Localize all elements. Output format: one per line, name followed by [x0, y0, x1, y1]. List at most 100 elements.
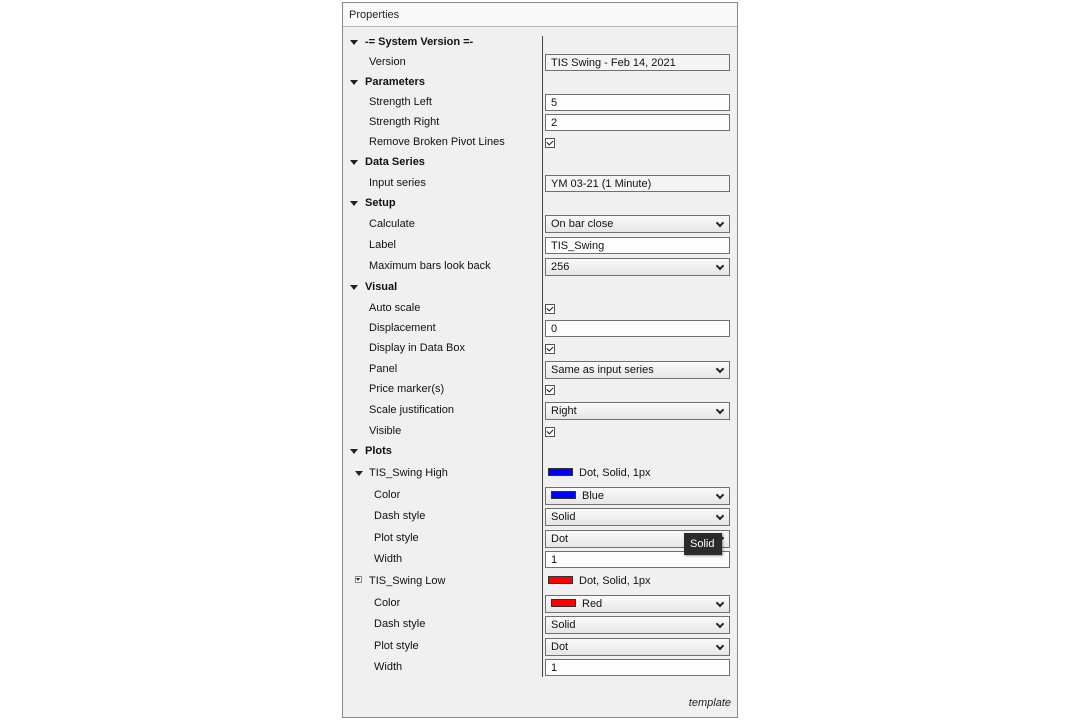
property-label: Maximum bars look back — [369, 260, 491, 272]
category-system-version[interactable]: -= System Version =- — [343, 33, 737, 53]
strength-right-input[interactable]: 2 — [545, 114, 730, 131]
property-high-width: Width 1 — [343, 549, 737, 569]
label-input[interactable]: TIS_Swing — [545, 237, 730, 254]
high-color-select[interactable]: Blue — [545, 487, 730, 505]
low-dash-style-select[interactable]: Solid — [545, 616, 730, 634]
max-bars-select[interactable]: 256 — [545, 258, 730, 276]
plot-name: TIS_Swing Low — [369, 575, 446, 587]
property-label: Display in Data Box — [369, 342, 465, 354]
property-label: Remove Broken Pivot Lines — [369, 136, 505, 148]
property-label: Color — [374, 597, 401, 609]
select-value: Dot — [551, 641, 569, 653]
property-visible: Visible — [343, 422, 737, 442]
price-markers-checkbox[interactable] — [545, 385, 555, 395]
select-value: Solid — [551, 619, 576, 631]
low-color-select[interactable]: Red — [545, 595, 730, 613]
category-data-series[interactable]: Data Series — [343, 153, 737, 173]
properties-panel: Properties -= System Version =- Version … — [342, 2, 738, 718]
plot-tis-swing-high[interactable]: TIS_Swing High Dot, Solid, 1px — [343, 464, 737, 484]
select-value: 256 — [551, 261, 570, 273]
chevron-down-icon — [715, 218, 725, 228]
select-value: Right — [551, 405, 577, 417]
property-label: Plot style — [374, 532, 419, 544]
collapse-arrow-icon[interactable] — [350, 201, 358, 206]
property-low-dash-style: Dash style Solid — [343, 614, 737, 634]
panel-select[interactable]: Same as input series — [545, 361, 730, 379]
property-label: Dash style — [374, 618, 426, 630]
property-label: Width — [374, 661, 403, 673]
category-visual[interactable]: Visual — [343, 278, 737, 298]
chevron-down-icon — [715, 261, 725, 271]
plot-summary: Dot, Solid, 1px — [548, 467, 651, 479]
remove-broken-pivot-lines-checkbox[interactable] — [545, 138, 555, 148]
property-version: Version TIS Swing - Feb 14, 2021 — [343, 53, 737, 73]
collapse-arrow-icon[interactable] — [350, 285, 358, 290]
visible-checkbox[interactable] — [545, 427, 555, 437]
property-price-markers: Price marker(s) — [343, 380, 737, 400]
plot-summary-text: Dot, Solid, 1px — [579, 575, 651, 587]
scale-justification-select[interactable]: Right — [545, 402, 730, 420]
property-label: Strength Left — [369, 96, 432, 108]
plot-summary-text: Dot, Solid, 1px — [579, 467, 651, 479]
template-link[interactable]: template — [689, 697, 731, 709]
property-label: Displacement — [369, 322, 436, 334]
select-value: Red — [582, 598, 603, 610]
color-swatch-icon — [548, 468, 573, 477]
chevron-down-icon — [715, 598, 725, 608]
property-label: Calculate — [369, 218, 415, 230]
plot-summary: Dot, Solid, 1px — [548, 575, 651, 587]
property-label: Label — [369, 239, 396, 251]
auto-scale-checkbox[interactable] — [545, 304, 555, 314]
property-label-name: Label TIS_Swing — [343, 235, 737, 255]
chevron-down-icon — [715, 490, 725, 500]
property-panel: Panel Same as input series — [343, 359, 737, 379]
property-remove-broken-pivot-lines: Remove Broken Pivot Lines — [343, 133, 737, 153]
property-input-series: Input series YM 03-21 (1 Minute) — [343, 174, 737, 194]
displacement-input[interactable]: 0 — [545, 320, 730, 337]
select-value: Dot — [551, 533, 569, 545]
collapse-arrow-icon[interactable] — [355, 576, 362, 583]
property-label: Plot style — [374, 640, 419, 652]
high-dash-style-select[interactable]: Solid — [545, 508, 730, 526]
plot-name: TIS_Swing High — [369, 467, 448, 479]
select-value: Same as input series — [551, 364, 654, 376]
collapse-arrow-icon[interactable] — [355, 471, 363, 476]
calculate-select[interactable]: On bar close — [545, 215, 730, 233]
property-label: Width — [374, 553, 403, 565]
select-value: On bar close — [551, 218, 614, 230]
property-high-color: Color Blue — [343, 485, 737, 505]
property-display-in-data-box: Display in Data Box — [343, 339, 737, 359]
property-label: Color — [374, 489, 401, 501]
low-width-input[interactable]: 1 — [545, 659, 730, 676]
select-value: Solid — [551, 511, 576, 523]
collapse-arrow-icon[interactable] — [350, 80, 358, 85]
category-setup[interactable]: Setup — [343, 194, 737, 214]
tooltip: Solid — [684, 533, 722, 555]
color-swatch-icon — [551, 599, 576, 608]
input-series-field[interactable]: YM 03-21 (1 Minute) — [545, 175, 730, 192]
select-value: Blue — [582, 490, 605, 502]
property-high-plot-style: Plot style Dot — [343, 528, 737, 548]
strength-left-input[interactable]: 5 — [545, 94, 730, 111]
collapse-arrow-icon[interactable] — [350, 449, 358, 454]
property-strength-right: Strength Right 2 — [343, 113, 737, 133]
chevron-down-icon — [715, 511, 725, 521]
category-title: Plots — [365, 445, 392, 457]
chevron-down-icon — [715, 619, 725, 629]
property-high-dash-style: Dash style Solid — [343, 506, 737, 526]
collapse-arrow-icon[interactable] — [350, 160, 358, 165]
chevron-down-icon — [715, 641, 725, 651]
property-label: Version — [369, 56, 406, 68]
property-label: Input series — [369, 177, 426, 189]
category-plots[interactable]: Plots — [343, 442, 737, 462]
color-swatch-icon — [548, 576, 573, 585]
collapse-arrow-icon[interactable] — [350, 40, 358, 45]
category-title: Visual — [365, 281, 398, 293]
low-plot-style-select[interactable]: Dot — [545, 638, 730, 656]
property-label: Visible — [369, 425, 402, 437]
display-in-data-box-checkbox[interactable] — [545, 344, 555, 354]
property-label: Panel — [369, 363, 398, 375]
category-parameters[interactable]: Parameters — [343, 73, 737, 93]
property-low-color: Color Red — [343, 593, 737, 613]
plot-tis-swing-low[interactable]: TIS_Swing Low Dot, Solid, 1px — [343, 571, 737, 591]
